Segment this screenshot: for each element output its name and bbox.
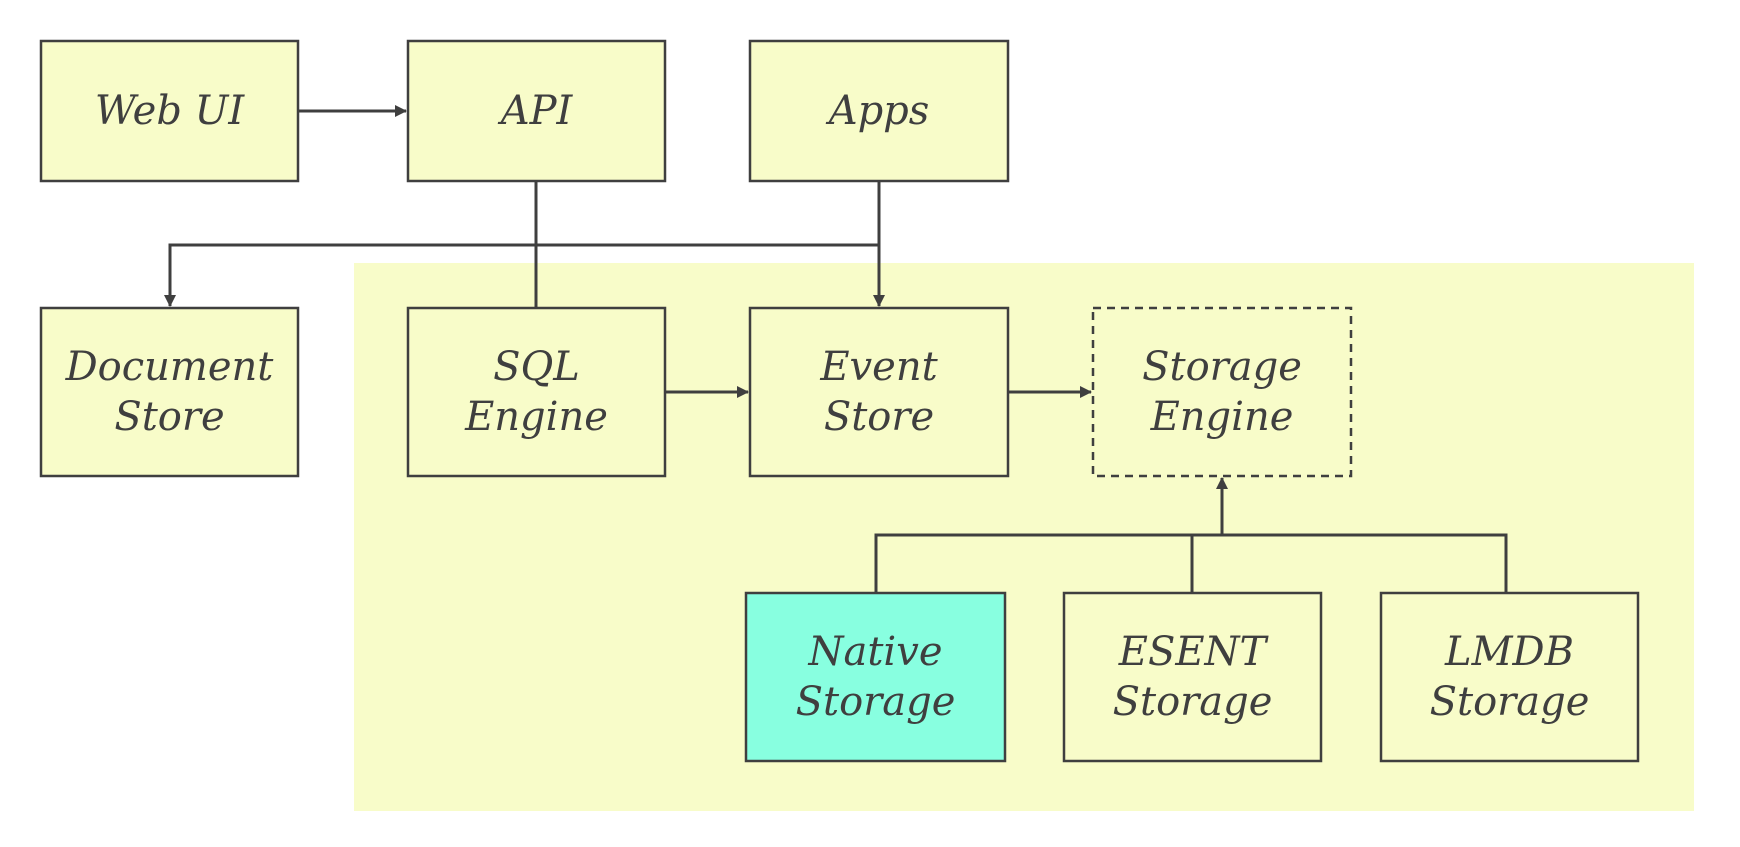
node-label: Store bbox=[824, 394, 934, 440]
node-storage-engine: StorageEngine bbox=[1091, 306, 1353, 478]
node-label: Storage bbox=[1113, 679, 1273, 725]
node-label: Apps bbox=[825, 88, 930, 134]
node-web-ui: Web UI bbox=[39, 39, 300, 183]
node-box bbox=[406, 306, 667, 478]
node-label: LMDB bbox=[1444, 629, 1574, 675]
node-label: Native bbox=[808, 629, 943, 675]
node-label: API bbox=[497, 88, 574, 134]
architecture-diagram: Web UI API AppsDocumentStoreSQLEngineEvent… bbox=[39, 39, 1694, 811]
node-box bbox=[1062, 591, 1323, 763]
node-label: SQL bbox=[493, 344, 580, 390]
node-box bbox=[748, 306, 1010, 478]
node-event-store: EventStore bbox=[748, 306, 1010, 478]
node-label: Engine bbox=[1150, 394, 1294, 440]
node-apps: Apps bbox=[748, 39, 1010, 183]
node-label: Storage bbox=[796, 679, 956, 725]
node-box bbox=[744, 591, 1007, 763]
node-label: Storage bbox=[1142, 344, 1302, 390]
node-sql-engine: SQLEngine bbox=[406, 306, 667, 478]
node-native-storage: NativeStorage bbox=[744, 591, 1007, 763]
node-label: Document bbox=[65, 344, 275, 390]
node-label: ESENT bbox=[1118, 629, 1270, 675]
node-box bbox=[1091, 306, 1353, 478]
node-lmdb-storage: LMDBStorage bbox=[1379, 591, 1640, 763]
node-label: Storage bbox=[1430, 679, 1590, 725]
node-label: Web UI bbox=[95, 88, 246, 134]
node-box bbox=[1379, 591, 1640, 763]
node-box bbox=[39, 306, 300, 478]
node-label: Engine bbox=[464, 394, 608, 440]
node-label: Store bbox=[114, 394, 224, 440]
node-esent-storage: ESENTStorage bbox=[1062, 591, 1323, 763]
node-api: API bbox=[406, 39, 667, 183]
node-document-store: DocumentStore bbox=[39, 306, 300, 478]
node-label: Event bbox=[819, 344, 938, 390]
